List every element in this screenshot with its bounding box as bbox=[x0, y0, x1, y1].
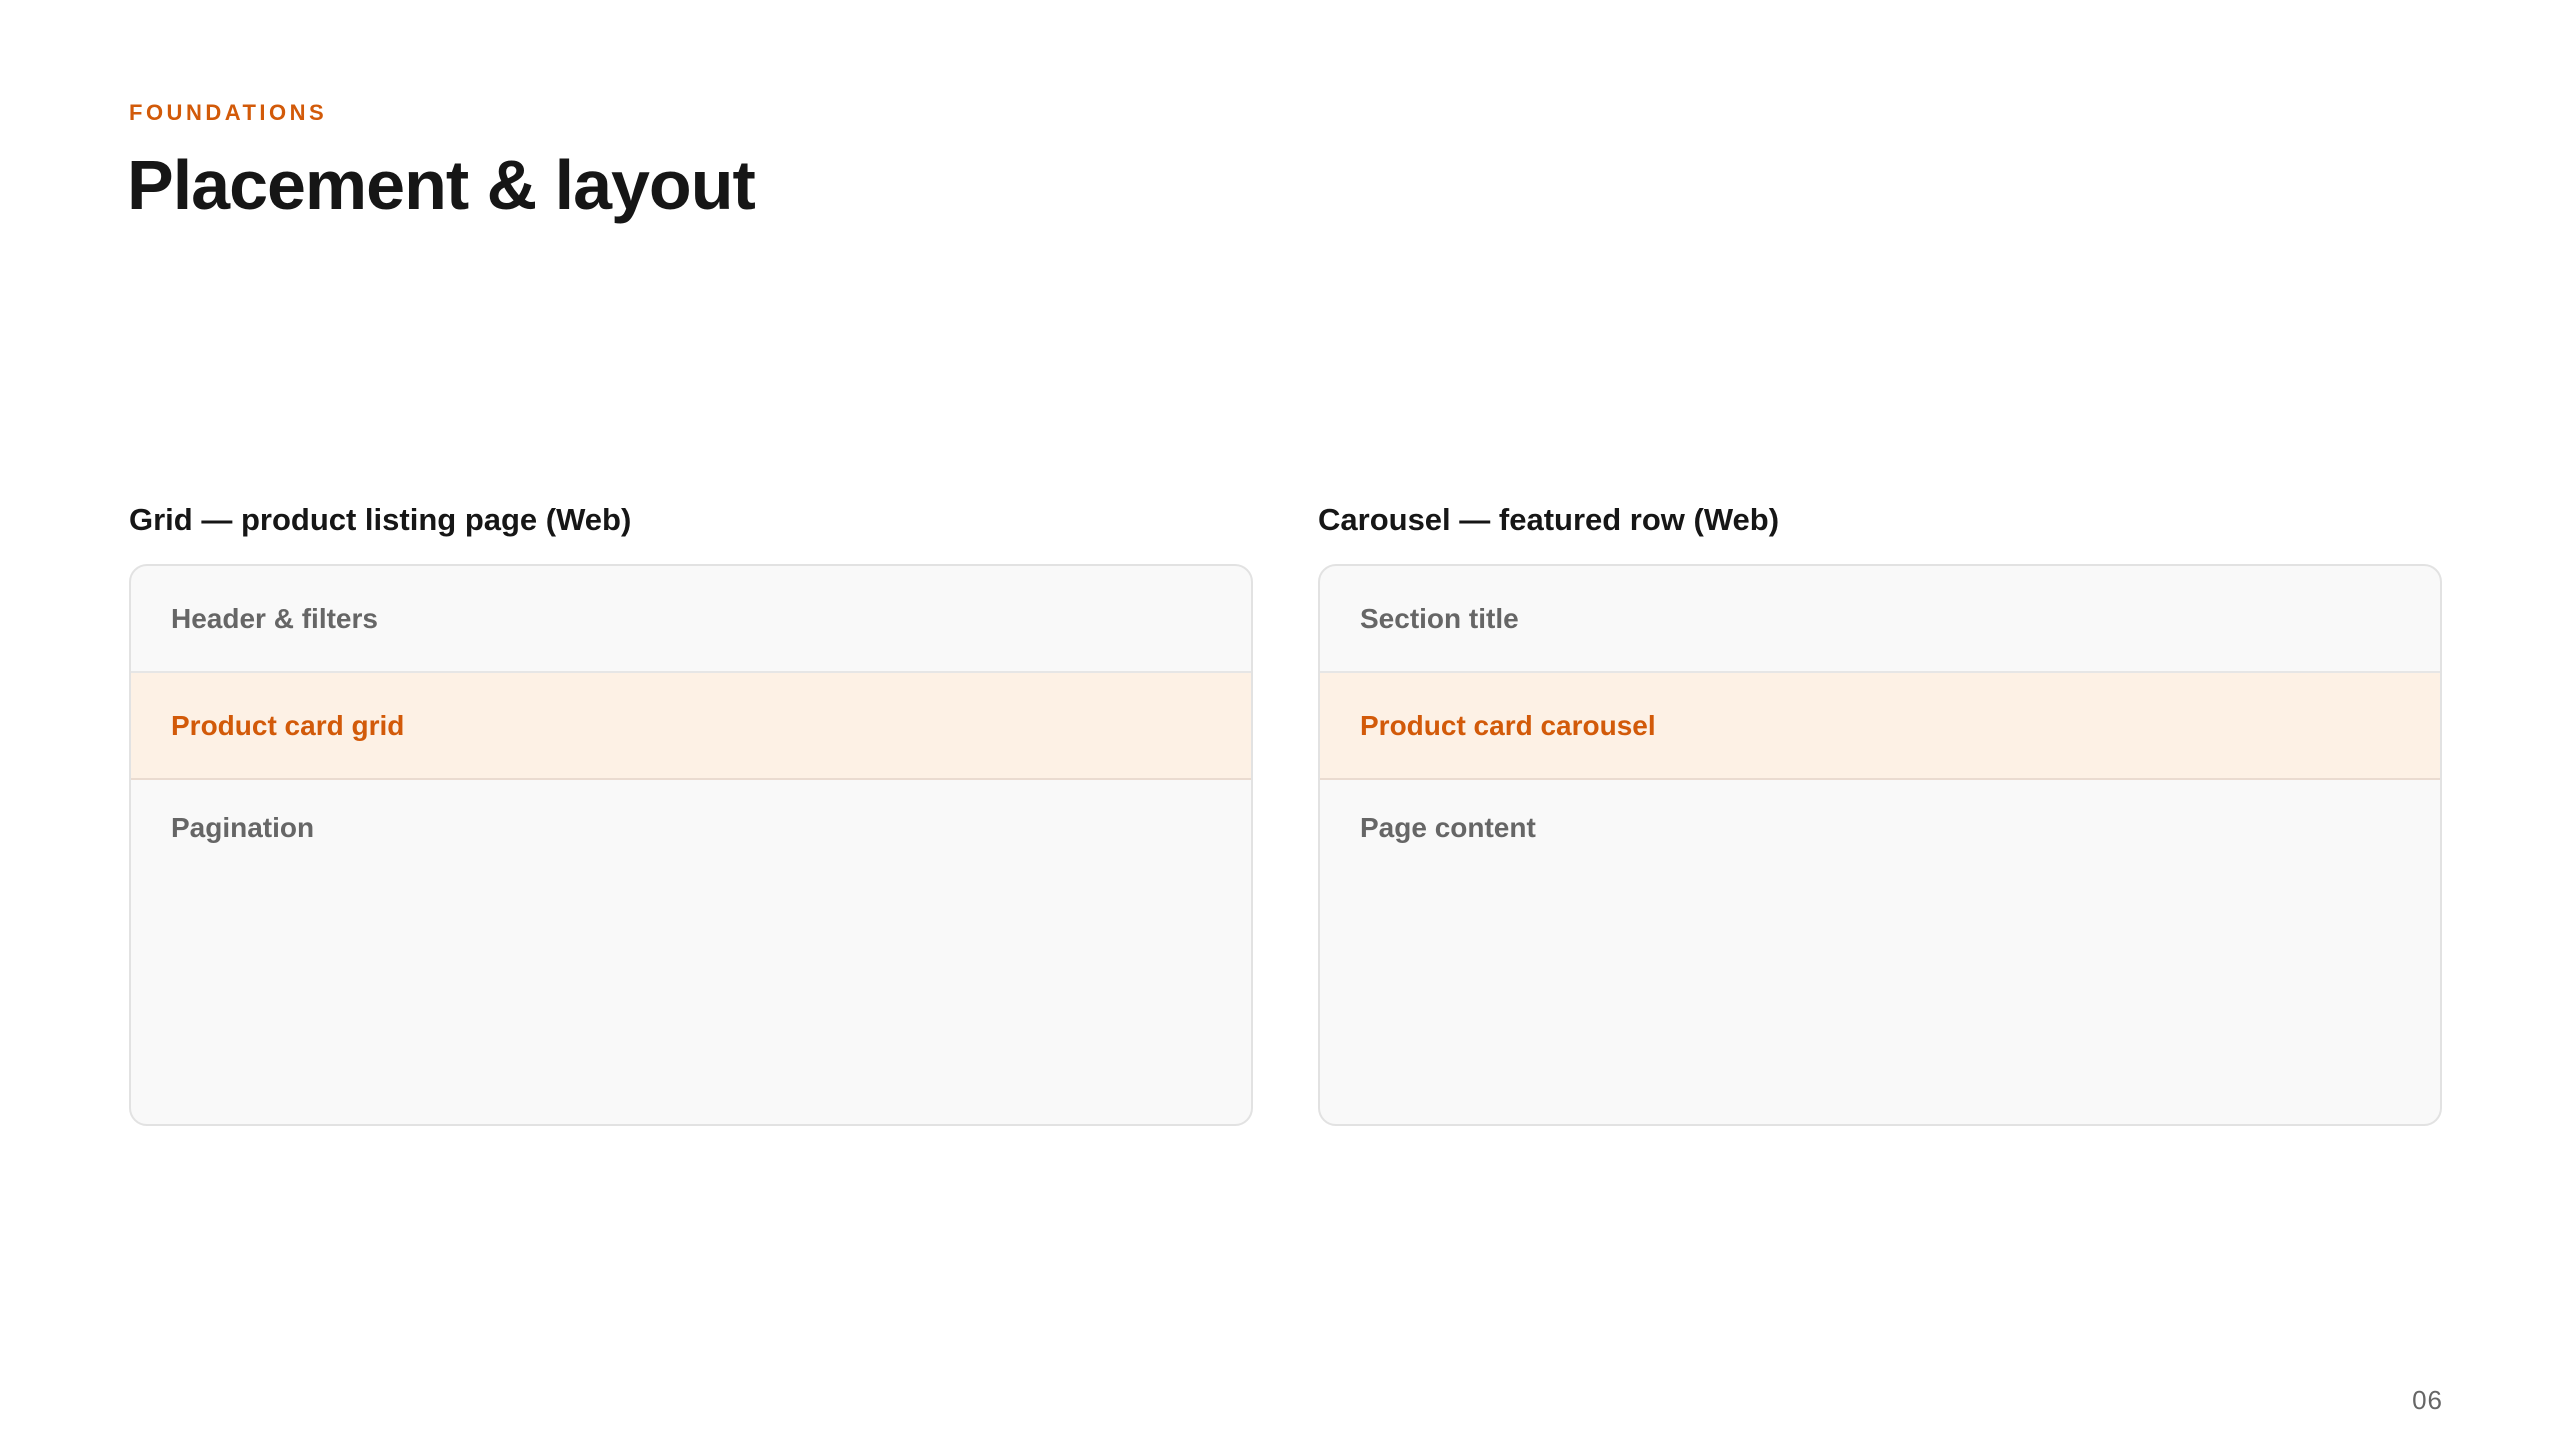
eyebrow-label: FOUNDATIONS bbox=[129, 100, 328, 125]
panel-heading: Carousel — featured row (Web) bbox=[1318, 502, 1780, 537]
page-number: 06 bbox=[2412, 1385, 2443, 1415]
page-title: Placement & layout bbox=[127, 146, 756, 224]
carousel-layout-panel: Carousel — featured row (Web) Section ti… bbox=[1318, 500, 2442, 1126]
layout-diagram-card: Section title Product card carousel Page… bbox=[1318, 564, 2442, 1126]
layout-row-product-card-carousel: Product card carousel bbox=[1320, 673, 2440, 780]
layout-row-product-card-grid: Product card grid bbox=[131, 673, 1251, 780]
layout-row-pagination: Pagination bbox=[171, 812, 315, 843]
grid-layout-panel: Grid — product listing page (Web) Header… bbox=[129, 500, 1253, 1126]
layout-row-section-title: Section title bbox=[1320, 566, 2440, 673]
panel-heading: Grid — product listing page (Web) bbox=[129, 502, 632, 537]
layout-row-header-filters: Header & filters bbox=[131, 566, 1251, 673]
layout-row-page-content: Page content bbox=[1360, 812, 1536, 843]
layout-diagram-card: Header & filters Product card grid Pagin… bbox=[129, 564, 1253, 1126]
